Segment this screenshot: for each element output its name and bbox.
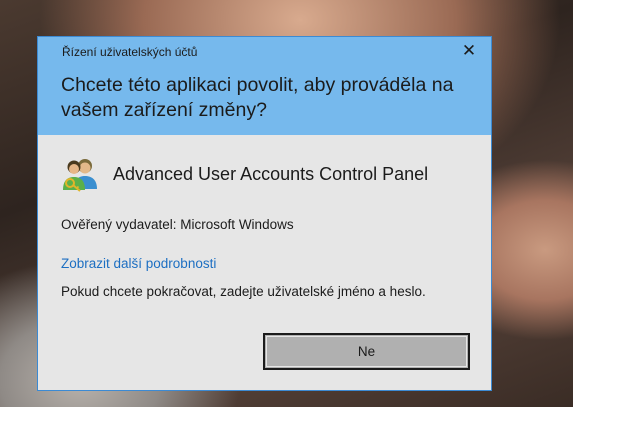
app-name: Advanced User Accounts Control Panel <box>113 164 429 184</box>
uac-dialog: Řízení uživatelských účtů ✕ Chcete této … <box>37 36 492 391</box>
show-details-link[interactable]: Zobrazit další podrobnosti <box>61 256 216 271</box>
close-icon[interactable]: ✕ <box>461 42 477 59</box>
publisher-label: Ověřený vydavatel: Microsoft Windows <box>61 217 294 232</box>
users-shield-icon <box>63 159 97 192</box>
no-button[interactable]: Ne <box>263 333 470 370</box>
credentials-instruction: Pokud chcete pokračovat, zadejte uživate… <box>61 284 426 299</box>
dialog-question: Chcete této aplikaci povolit, aby provád… <box>61 74 454 121</box>
dialog-caption: Řízení uživatelských účtů <box>62 45 198 59</box>
dialog-header: Řízení uživatelských účtů ✕ Chcete této … <box>38 37 491 135</box>
